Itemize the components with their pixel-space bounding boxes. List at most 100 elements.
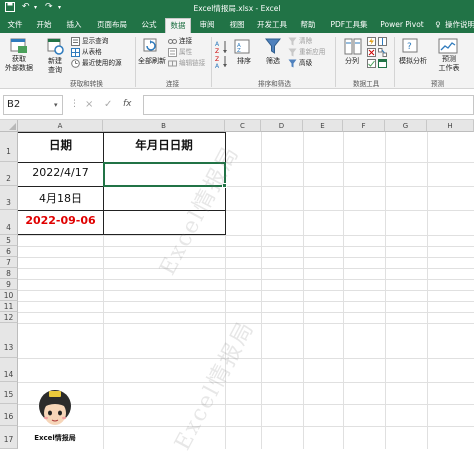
cell-b1[interactable]: 年月日日期 <box>103 137 225 153</box>
forecast-sheet-button[interactable]: 预测 工作表 <box>434 55 464 73</box>
insert-function-icon[interactable]: fx <box>123 99 132 109</box>
column-header-a[interactable]: A <box>18 120 103 132</box>
gridline <box>18 246 474 247</box>
properties-button[interactable]: 属性 <box>179 48 192 57</box>
cancel-icon[interactable]: × <box>85 99 93 110</box>
ribbon-separator <box>394 37 395 87</box>
filter-button[interactable]: 筛选 <box>262 57 284 66</box>
logo-caption: Excel情报局 <box>34 434 76 442</box>
gridline <box>18 235 474 236</box>
row-header-15[interactable]: 15 <box>0 382 18 404</box>
reapply-icon <box>288 48 297 59</box>
tab-formulas[interactable]: 公式 <box>137 19 161 33</box>
group-data-tools-label: 数据工具 <box>353 80 380 88</box>
refresh-all-button[interactable]: 全部刷新 <box>134 57 170 66</box>
row-header-16[interactable]: 16 <box>0 404 18 426</box>
manage-data-model-icon[interactable] <box>378 59 387 70</box>
from-table-button[interactable]: 从表格 <box>82 48 102 57</box>
ribbon-separator <box>335 37 336 87</box>
svg-text:Z: Z <box>237 48 241 54</box>
group-forecast-label: 预测 <box>431 80 445 88</box>
gridline <box>18 301 474 302</box>
sort-button[interactable]: 排序 <box>233 57 255 66</box>
svg-text:?: ? <box>407 42 412 52</box>
row-header-10[interactable]: 10 <box>0 290 18 301</box>
column-header-d[interactable]: D <box>261 120 303 132</box>
column-header-b[interactable]: B <box>103 120 225 132</box>
lightbulb-icon[interactable]: ♀ <box>434 19 442 33</box>
text-to-columns-button[interactable]: 分列 <box>341 57 363 66</box>
column-header-h[interactable]: H <box>427 120 474 132</box>
row-header-3[interactable]: 3 <box>0 186 18 210</box>
data-validation-icon[interactable] <box>367 59 376 70</box>
row-header-9[interactable]: 9 <box>0 279 18 290</box>
name-box-dropdown-icon[interactable]: ▾ <box>54 101 58 109</box>
row-header-12[interactable]: 12 <box>0 312 18 323</box>
show-queries-icon <box>71 37 80 48</box>
table-border <box>18 132 226 133</box>
tell-me-search[interactable]: 操作说明搜 <box>445 19 474 33</box>
row-header-13[interactable]: 13 <box>0 323 18 358</box>
recent-sources-button[interactable]: 最近使用的源 <box>82 59 122 68</box>
row-header-6[interactable]: 6 <box>0 246 18 257</box>
filter-icon <box>264 38 282 56</box>
column-header-e[interactable]: E <box>303 120 343 132</box>
tab-home[interactable]: 开始 <box>32 19 56 33</box>
edit-links-button[interactable]: 编辑链接 <box>179 59 205 68</box>
gridline <box>18 312 474 313</box>
row-header-17[interactable]: 17 <box>0 426 18 449</box>
relationships-icon[interactable] <box>378 48 387 59</box>
tab-pdf-tools[interactable]: PDF工具集 <box>326 19 372 33</box>
row-header-11[interactable]: 11 <box>0 301 18 312</box>
tab-view[interactable]: 视图 <box>225 19 249 33</box>
get-data-label: 获取 <box>12 55 26 63</box>
new-query-label-2: 查询 <box>48 66 62 74</box>
cell-a4[interactable]: 2022-09-06 <box>18 214 103 227</box>
cell-a3[interactable]: 4月18日 <box>18 190 103 206</box>
row-header-1[interactable]: 1 <box>0 132 18 162</box>
tab-help[interactable]: 帮助 <box>296 19 320 33</box>
tab-page-layout[interactable]: 页面布局 <box>91 19 133 33</box>
sort-za-icon[interactable]: ZA <box>214 55 230 71</box>
remove-duplicates-icon[interactable] <box>367 48 376 59</box>
advanced-filter-button[interactable]: 高级 <box>299 59 312 68</box>
tab-data[interactable]: 数据 <box>165 18 191 33</box>
row-header-7[interactable]: 7 <box>0 257 18 268</box>
tab-power-pivot[interactable]: Power Pivot <box>377 19 427 33</box>
row-header-2[interactable]: 2 <box>0 162 18 186</box>
tab-file[interactable]: 文件 <box>3 19 27 33</box>
ribbon: 获取 外部数据 新建 查询 显示查询 从表格 最近使用的源 获取和转换 全部刷新… <box>0 33 474 89</box>
svg-text:A: A <box>215 63 220 69</box>
group-get-transform-label: 获取和转换 <box>70 80 103 88</box>
select-all-corner[interactable] <box>0 120 18 132</box>
show-queries-button[interactable]: 显示查询 <box>82 37 108 46</box>
gridline <box>18 290 474 291</box>
row-header-8[interactable]: 8 <box>0 268 18 279</box>
tab-review[interactable]: 审阅 <box>195 19 219 33</box>
connections-button[interactable]: 连接 <box>179 37 192 46</box>
svg-text:Z: Z <box>215 56 219 63</box>
forecast-sheet-label: 预测 <box>442 55 456 63</box>
tab-developer[interactable]: 开发工具 <box>254 19 290 33</box>
clear-filter-button[interactable]: 清除 <box>299 37 312 46</box>
cell-a1[interactable]: 日期 <box>18 137 103 153</box>
row-header-5[interactable]: 5 <box>0 235 18 246</box>
new-query-button[interactable]: 新建 查询 <box>40 57 70 75</box>
tab-insert[interactable]: 插入 <box>62 19 86 33</box>
formula-input[interactable] <box>143 95 474 115</box>
row-header-14[interactable]: 14 <box>0 358 18 382</box>
reapply-button[interactable]: 重新应用 <box>299 48 325 57</box>
column-header-g[interactable]: G <box>385 120 427 132</box>
column-header-f[interactable]: F <box>343 120 385 132</box>
recent-sources-icon <box>71 59 80 70</box>
formula-bar-grip-icon: ⋮ <box>70 99 79 109</box>
flash-fill-icon[interactable] <box>367 37 376 48</box>
svg-text:A: A <box>215 41 220 48</box>
consolidate-icon[interactable] <box>378 37 387 48</box>
row-header-4[interactable]: 4 <box>0 210 18 235</box>
enter-icon[interactable]: ✓ <box>104 99 112 110</box>
what-if-analysis-button[interactable]: 模拟分析 <box>396 57 430 66</box>
column-header-c[interactable]: C <box>225 120 261 132</box>
cell-a2[interactable]: 2022/4/17 <box>18 166 103 179</box>
get-external-data-button[interactable]: 获取 外部数据 <box>2 55 36 73</box>
